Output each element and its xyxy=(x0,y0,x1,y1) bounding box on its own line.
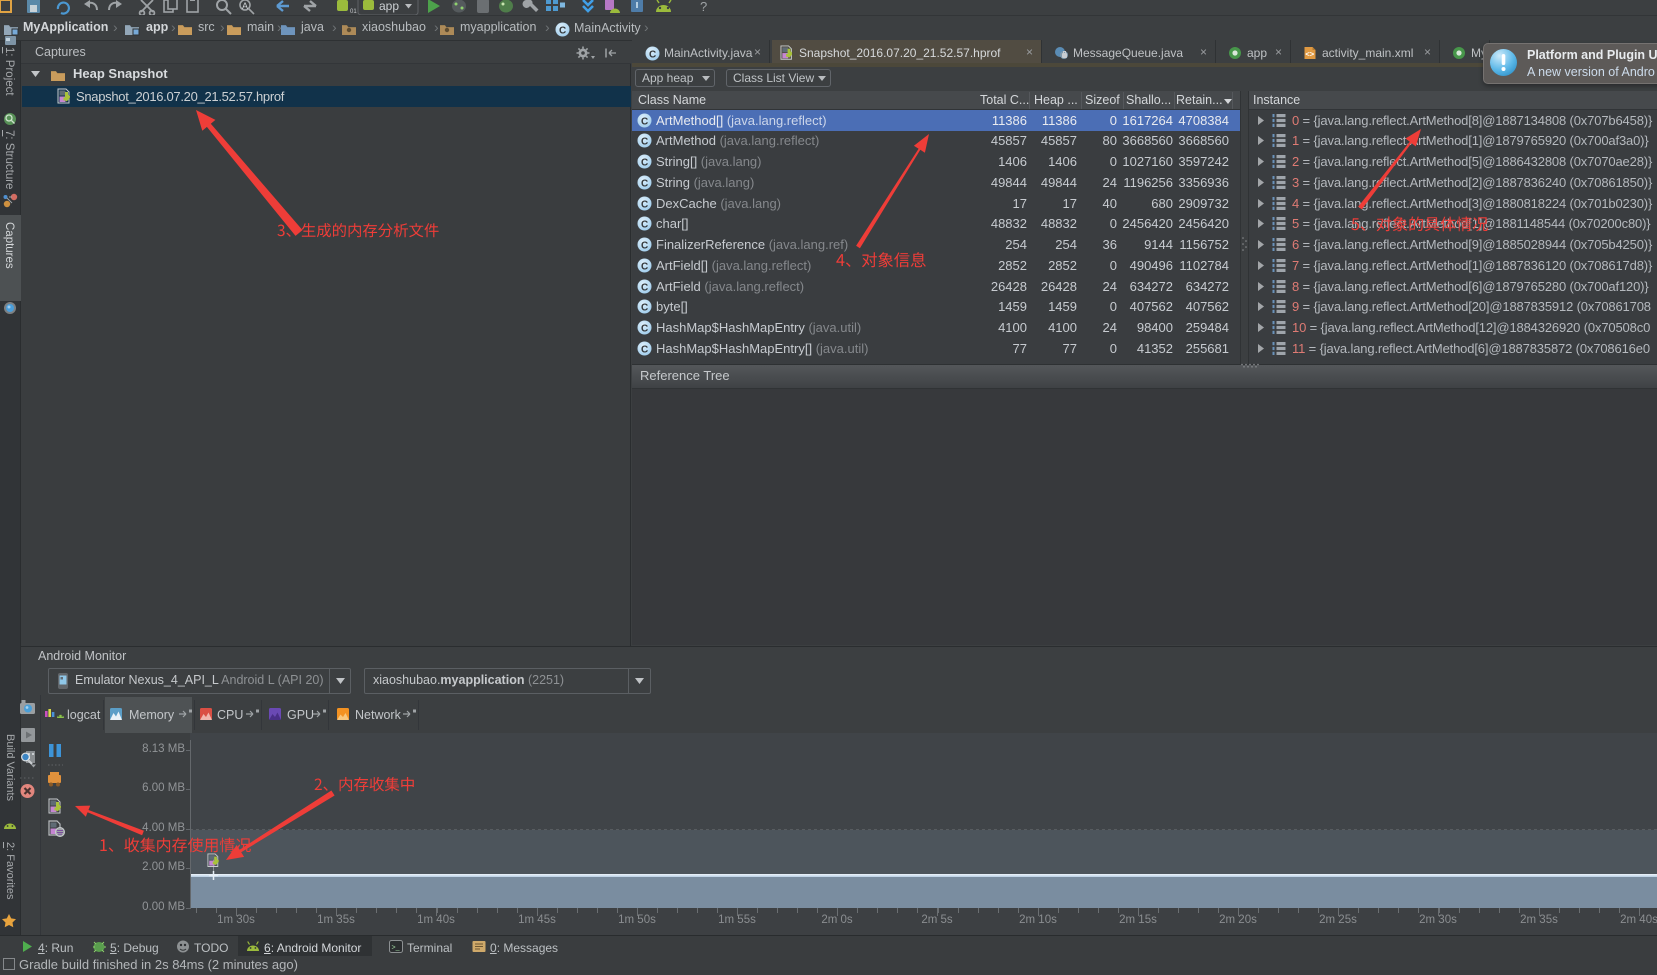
svg-text:A: A xyxy=(242,1,248,11)
svg-text:C: C xyxy=(559,25,566,36)
svg-text:C: C xyxy=(641,261,648,272)
svg-text:C: C xyxy=(649,49,656,60)
svg-text:C: C xyxy=(641,116,648,127)
svg-text:C: C xyxy=(641,219,648,230)
svg-text:C: C xyxy=(641,240,648,251)
svg-text:C: C xyxy=(641,199,648,210)
svg-text:app: app xyxy=(379,0,399,13)
svg-text:C: C xyxy=(641,344,648,355)
svg-text:C: C xyxy=(641,157,648,168)
svg-text:C: C xyxy=(641,302,648,313)
svg-text:<>: <> xyxy=(1305,50,1314,59)
svg-text:C: C xyxy=(641,178,648,189)
svg-text:>_: >_ xyxy=(392,945,400,952)
svg-text:C: C xyxy=(641,323,648,334)
svg-text:?: ? xyxy=(700,0,707,14)
svg-text:01: 01 xyxy=(350,9,357,15)
svg-text:C: C xyxy=(641,136,648,147)
svg-text:C: C xyxy=(641,282,648,293)
